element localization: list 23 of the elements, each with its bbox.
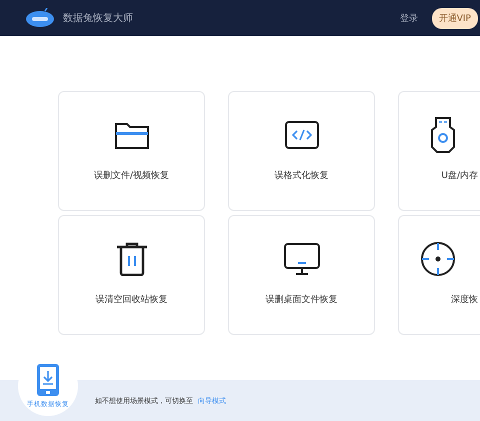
usb-drive-icon <box>430 117 456 153</box>
trash-icon <box>116 242 148 276</box>
app-title: 数据兔恢复大师 <box>63 12 133 25</box>
login-link[interactable]: 登录 <box>400 12 418 24</box>
card-label: 误清空回收站恢复 <box>96 294 168 306</box>
logo-icon <box>25 8 55 28</box>
crosshair-icon <box>420 241 456 277</box>
code-window-icon <box>284 121 318 149</box>
recovery-card[interactable]: 误清空回收站恢复 <box>58 215 205 335</box>
card-label: 深度恢 <box>451 294 478 306</box>
card-label: 误删桌面文件恢复 <box>266 294 338 306</box>
recovery-card[interactable]: 误删文件/视频恢复 <box>58 91 205 211</box>
recovery-card[interactable]: 深度恢 <box>398 215 480 335</box>
recovery-card[interactable]: 误删桌面文件恢复 <box>228 215 375 335</box>
recovery-card[interactable]: U盘/内存 <box>398 91 480 211</box>
phone-download-icon <box>37 364 59 396</box>
card-label: 误格式化恢复 <box>274 170 328 182</box>
recovery-card[interactable]: 误格式化恢复 <box>228 91 375 211</box>
folder-icon <box>114 120 150 150</box>
card-label: 误删文件/视频恢复 <box>94 170 170 182</box>
monitor-icon <box>284 243 320 275</box>
card-label: U盘/内存 <box>441 170 478 182</box>
vip-button[interactable]: 开通VIP <box>432 8 478 28</box>
